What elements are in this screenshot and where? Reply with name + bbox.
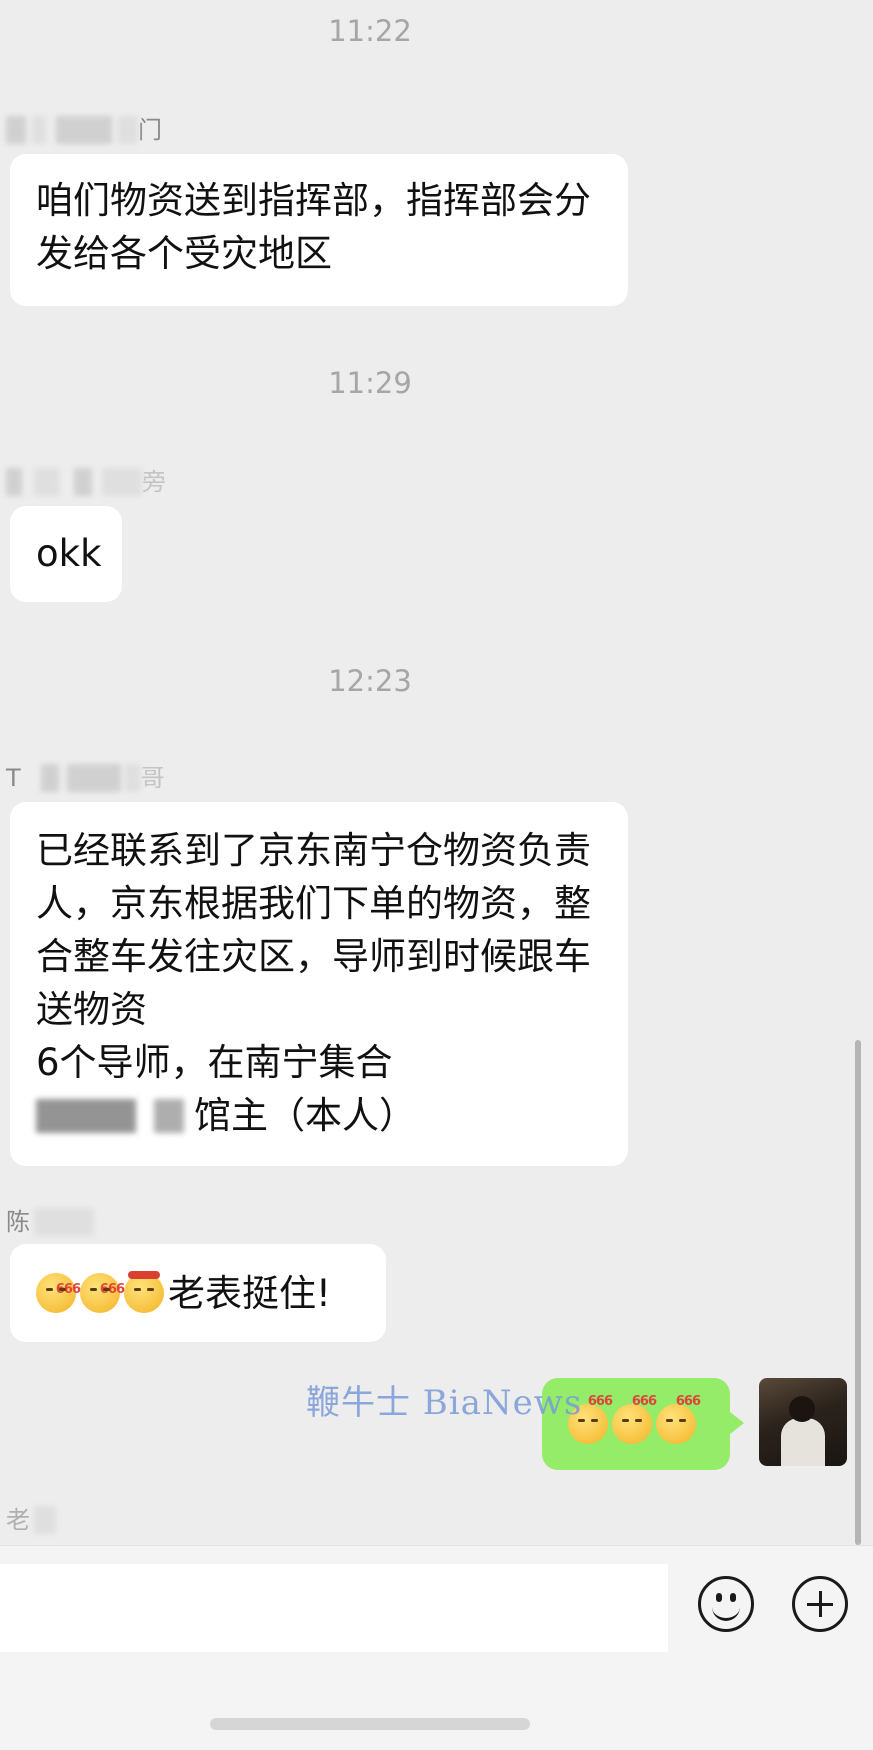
blurred-name (118, 116, 138, 144)
redacted-text (36, 1098, 136, 1133)
message-text: 咱们物资送到指挥部，指挥部会分 (36, 179, 591, 222)
message-text: okk (36, 532, 102, 575)
plus-icon[interactable] (792, 1576, 848, 1632)
avatar[interactable] (759, 1378, 847, 1466)
emoji-icon: 666 (80, 1273, 125, 1313)
blurred-name (6, 116, 26, 144)
message-bubble[interactable]: 已经联系到了京东南宁仓物资负责 人，京东根据我们下单的物资，整 合整车发往灾区，… (10, 802, 628, 1166)
message-text: 送物资 (36, 988, 147, 1031)
emoji-icon: 666 (612, 1394, 657, 1444)
message-line: 馆主（本人） (36, 1089, 602, 1142)
timestamp: 11:22 (328, 14, 412, 48)
sender-name: 老 (6, 1504, 56, 1536)
message-text: 人，京东根据我们下单的物资，整 (36, 882, 591, 925)
sender-name: 旁 (6, 466, 166, 498)
blurred-name (56, 116, 112, 144)
blurred-name (124, 764, 141, 792)
emoji-icon: 666 (656, 1394, 701, 1444)
message-text: 6个导师，在南宁集合 (36, 1041, 393, 1084)
watermark: 鞭牛士 BiaNews (306, 1383, 583, 1423)
blurred-name (102, 468, 142, 496)
blurred-name (32, 116, 46, 144)
message-text: 老表挺住! (168, 1271, 331, 1315)
message-input[interactable] (0, 1564, 668, 1652)
message-text: 已经联系到了京东南宁仓物资负责 (36, 829, 591, 872)
sender-name: 陈 (6, 1206, 94, 1238)
message-bubble[interactable]: okk (10, 506, 122, 602)
message-text: 发给各个受灾地区 (36, 232, 332, 275)
message-text: 合整车发往灾区，导师到时候跟车 (36, 935, 591, 978)
message-bubble[interactable]: 666 666 老表挺住! (10, 1244, 386, 1342)
home-indicator[interactable] (210, 1718, 530, 1730)
blurred-name (34, 1506, 56, 1534)
emoji-icon[interactable] (698, 1576, 754, 1632)
blurred-name (34, 1208, 94, 1236)
blurred-name (34, 468, 60, 496)
sender-name: T 哥 (6, 764, 165, 792)
emoji-icon: 666 (36, 1273, 81, 1313)
message-text: 馆主（本人） (194, 1094, 416, 1137)
timestamp: 11:29 (328, 366, 412, 400)
emoji-icon (124, 1271, 164, 1313)
message-bubble[interactable]: 咱们物资送到指挥部，指挥部会分 发给各个受灾地区 (10, 154, 628, 306)
timestamp: 12:23 (328, 664, 412, 698)
blurred-name (40, 764, 59, 792)
blurred-name (6, 468, 22, 496)
scrollbar[interactable] (855, 1040, 861, 1545)
sender-name: 门 (6, 114, 162, 146)
redacted-text (154, 1098, 184, 1133)
blurred-name (74, 468, 92, 496)
blurred-name (66, 764, 121, 792)
